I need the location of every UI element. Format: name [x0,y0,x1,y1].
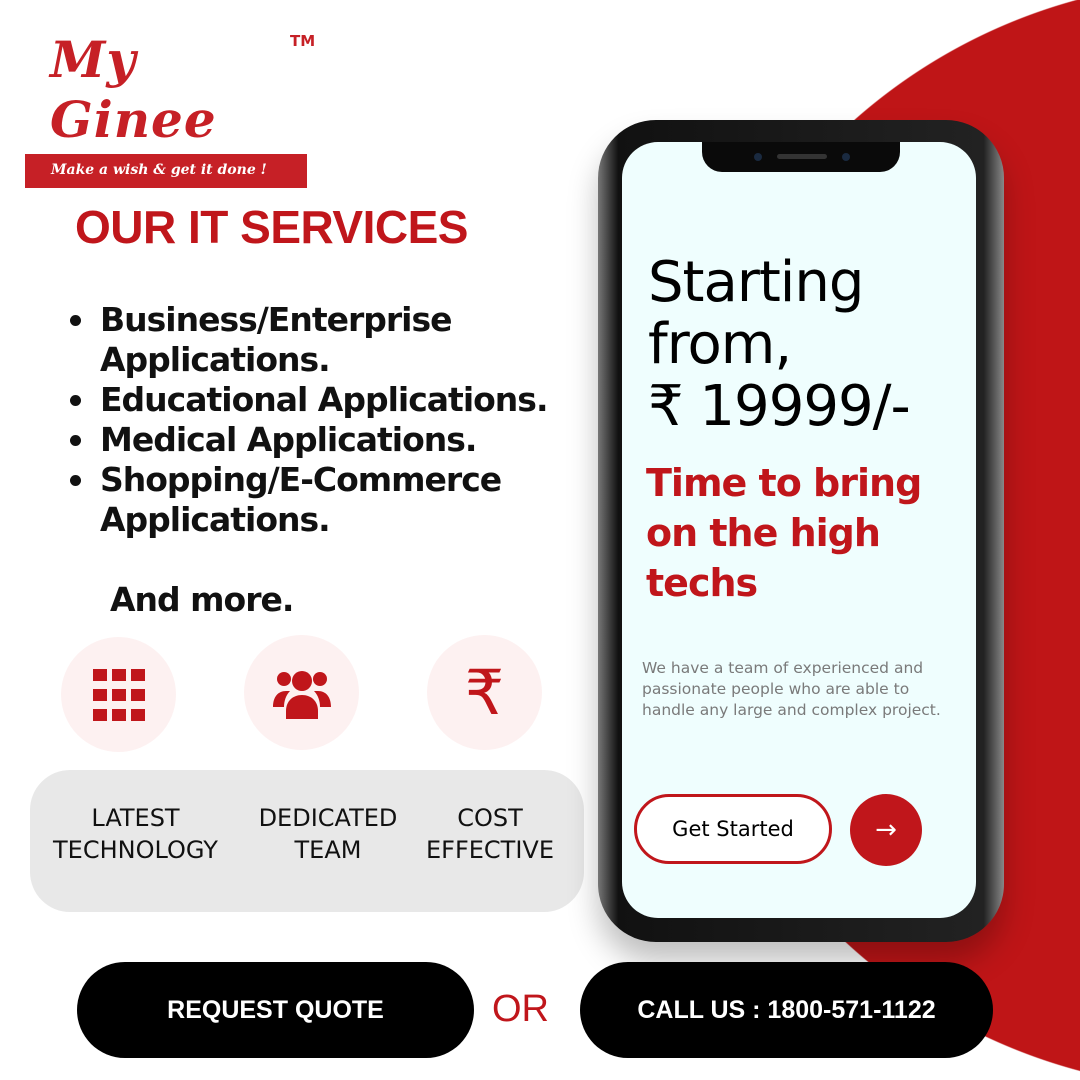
price-heading: Starting from, ₹ 19999/- [648,252,968,438]
page-title: OUR IT SERVICES [75,201,468,253]
feature-label: TEAM [294,836,362,864]
subheading: Time to bring on the high techs [646,461,922,605]
feature-latest-technology: LATEST TECHNOLOGY [48,802,223,866]
list-item: Medical Applications. [65,420,575,460]
feature-cost-effective: COST EFFECTIVE [425,802,555,866]
feature-label: DEDICATED [258,804,398,832]
phone-screen: Starting from, ₹ 19999/- Time to bring o… [622,142,976,918]
feature-label: EFFECTIVE [425,836,554,864]
or-text: OR [492,988,549,1030]
feature-label: LATEST [91,804,180,832]
phone-mockup: Starting from, ₹ 19999/- Time to bring o… [598,120,1004,942]
brand-logo: My Ginee TM Make a wish & get it done ! [25,30,315,188]
heading-line: from, [648,312,792,377]
get-started-button[interactable]: Get Started [634,794,832,864]
camera-icon [754,153,762,161]
brand-name: My Ginee [50,30,217,149]
price: ₹ 19999/- [648,374,911,439]
services-list: Business/Enterprise Applications. Educat… [65,300,575,540]
speaker-icon [777,154,827,159]
feature-dedicated-team: DEDICATED TEAM [253,802,403,866]
feature-label: COST [457,804,523,832]
list-item: Business/Enterprise Applications. [65,300,575,380]
and-more-text: And more. [110,580,294,619]
trademark: TM [290,32,316,50]
heading-line: Starting [648,250,864,315]
arrow-right-icon[interactable]: → [850,794,922,866]
brand-tagline: Make a wish & get it done ! [25,154,307,188]
rupee-icon: ₹ [427,635,542,750]
list-item: Shopping/E-Commerce Applications. [65,460,575,540]
feature-label: TECHNOLOGY [53,836,218,864]
phone-notch [702,142,900,172]
team-icon [244,635,359,750]
call-us-button[interactable]: CALL US : 1800-571-1122 [580,962,993,1058]
description: We have a team of experienced and passio… [642,659,941,719]
request-quote-button[interactable]: REQUEST QUOTE [77,962,474,1058]
grid-icon [61,637,176,752]
camera-icon [842,153,850,161]
list-item: Educational Applications. [65,380,575,420]
